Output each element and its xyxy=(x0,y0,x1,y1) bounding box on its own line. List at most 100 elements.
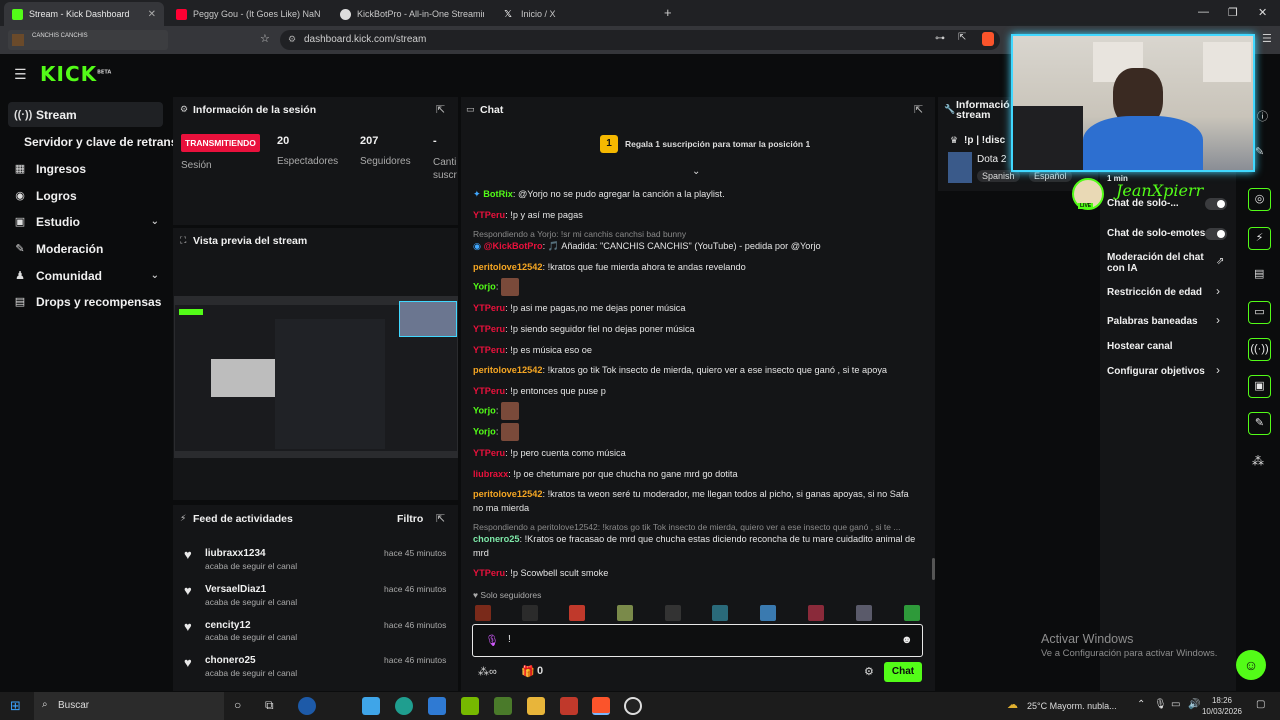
emote-button[interactable] xyxy=(808,605,824,621)
minimize-icon[interactable]: — xyxy=(1198,6,1209,18)
emote-button[interactable] xyxy=(904,605,920,621)
chat-input[interactable]: 🎙 ! ☻ xyxy=(472,624,923,657)
chat-message[interactable]: YTPeru: !p pero cuenta como música xyxy=(473,446,918,460)
feed-user[interactable]: liubraxx1234 xyxy=(205,548,266,559)
tools-icon[interactable]: ✎ xyxy=(1248,412,1271,435)
collapse-icon[interactable]: ⌄ xyxy=(692,166,700,177)
chat-message[interactable]: Yorjo: xyxy=(473,278,918,296)
sidebar-item-estudio[interactable]: ▣ Estudio ⌄ xyxy=(8,209,163,234)
notifications-icon[interactable]: ▢ xyxy=(1256,699,1265,710)
pinned-gift-text[interactable]: Regala 1 suscripción para tomar la posic… xyxy=(625,139,810,149)
microphone-icon[interactable]: 🎙 xyxy=(485,634,499,647)
chevron-right-icon[interactable]: › xyxy=(1216,313,1220,327)
send-chat-button[interactable]: Chat xyxy=(884,662,922,682)
nodes-icon[interactable]: ⁂ xyxy=(1252,454,1264,468)
app-icon[interactable] xyxy=(298,697,316,715)
chat-message[interactable]: YTPeru: !p asi me pagas,no me dejas pone… xyxy=(473,301,918,315)
mail-icon[interactable] xyxy=(428,697,446,715)
chat-message[interactable]: chonero25: !Kratos oe fracasao de mrd qu… xyxy=(473,532,918,560)
category-name[interactable]: Dota 2 xyxy=(977,154,1006,165)
clock[interactable]: 18:26 10/03/2026 xyxy=(1200,695,1244,717)
menu-icon[interactable]: ☰ xyxy=(1262,32,1272,45)
setting-host-channel[interactable]: Hostear canal xyxy=(1107,341,1227,352)
emote-button[interactable] xyxy=(712,605,728,621)
setting-goals[interactable]: Configurar objetivos xyxy=(1107,366,1227,377)
followers-only-toggle[interactable] xyxy=(1205,198,1227,210)
chat-message[interactable]: peritolove12542: !kratos que fue mierda … xyxy=(473,260,918,274)
sidebar-item-comunidad[interactable]: ♟ Comunidad ⌄ xyxy=(8,263,163,288)
chat-message[interactable]: ✦ BotRix: @Yorjo no se pudo agregar la c… xyxy=(473,187,918,201)
share-icon[interactable]: ⇱ xyxy=(958,32,966,43)
close-tab-icon[interactable]: ✕ xyxy=(148,9,156,20)
chat-settings-icon[interactable]: ⚙ xyxy=(864,665,874,678)
broadcast-icon[interactable]: ((·)) xyxy=(1248,338,1271,361)
chat-message[interactable]: liubraxx: !p oe chetumare por que chucha… xyxy=(473,467,918,481)
feed-user[interactable]: cencity12 xyxy=(205,620,251,631)
chat-scrollbar[interactable] xyxy=(932,558,935,580)
stream-preview[interactable] xyxy=(174,296,458,458)
sidebar-item-ingresos[interactable]: ▦ Ingresos xyxy=(8,156,163,181)
emote-button[interactable] xyxy=(475,605,491,621)
minecraft-icon[interactable] xyxy=(494,697,512,715)
expand-icon[interactable]: ⇱ xyxy=(914,103,923,116)
cortana-icon[interactable]: ○ xyxy=(234,698,241,712)
infinity-icon[interactable]: ⁂∞ xyxy=(478,665,497,678)
emote-button[interactable] xyxy=(569,605,585,621)
site-info-icon[interactable]: ⚙ xyxy=(288,34,296,45)
info-icon[interactable]: ⓘ xyxy=(1257,108,1268,124)
chat-message[interactable]: peritolove12542: !kratos ta weon seré tu… xyxy=(473,487,918,515)
chat-bubble-icon[interactable]: ▭ xyxy=(1248,301,1271,324)
filter-button[interactable]: Filtro xyxy=(397,513,423,525)
bookmark-icon[interactable]: ☆ xyxy=(260,32,270,45)
tab-kick-dashboard[interactable]: Stream - Kick Dashboard ✕ xyxy=(4,2,164,26)
windows-start-icon[interactable]: ⊞ xyxy=(10,698,21,714)
chevron-right-icon[interactable]: › xyxy=(1216,284,1220,298)
microphone-icon[interactable]: 🎙 xyxy=(1154,699,1167,710)
nvidia-icon[interactable] xyxy=(461,697,479,715)
chat-message[interactable]: YTPeru: !p entonces que puse p xyxy=(473,384,918,398)
chat-message[interactable]: YTPeru: !p Scowbell scult smoke xyxy=(473,566,918,580)
app-icon[interactable] xyxy=(560,697,578,715)
sidebar-item-stream[interactable]: ((·)) Stream xyxy=(8,102,163,127)
chat-message[interactable]: peritolove12542: !kratos go tik Tok inse… xyxy=(473,363,918,377)
task-view-icon[interactable]: ⧉ xyxy=(265,698,274,713)
emote-button[interactable] xyxy=(856,605,872,621)
maximize-icon[interactable]: ❐ xyxy=(1228,6,1238,19)
chat-message[interactable]: ◉ @KickBotPro: 🎵 Añadida: "CANCHIS CANCH… xyxy=(473,239,918,253)
volume-icon[interactable]: 🔊 xyxy=(1188,699,1200,710)
clipboard-icon[interactable]: ▤ xyxy=(1254,267,1264,280)
chat-message[interactable]: YTPeru: !p y así me pagas xyxy=(473,208,918,222)
tab-x[interactable]: 𝕏 Inicio / X xyxy=(496,2,656,26)
emote-button[interactable] xyxy=(760,605,776,621)
folder-icon[interactable] xyxy=(527,697,545,715)
camera-icon[interactable]: ◎ xyxy=(1248,188,1271,211)
gift-icon[interactable]: 🎁 xyxy=(521,665,535,678)
close-window-icon[interactable]: ✕ xyxy=(1258,6,1267,19)
setting-banned-words[interactable]: Palabras baneadas xyxy=(1107,316,1227,327)
store-icon[interactable]: ▣ xyxy=(1248,375,1271,398)
new-tab-button[interactable]: + xyxy=(664,5,672,20)
chevron-up-icon[interactable]: ⌃ xyxy=(1137,699,1145,710)
incognito-icon[interactable]: ⊶ xyxy=(935,33,945,44)
kick-logo[interactable]: KICKBETA xyxy=(40,62,111,86)
emote-button[interactable] xyxy=(665,605,681,621)
tab-kickbotpro[interactable]: KickBotPro - All-in-One Streaming To xyxy=(332,2,492,26)
chat-message[interactable]: Yorjo: xyxy=(473,423,918,441)
chat-message[interactable]: YTPeru: !p es música eso oe xyxy=(473,343,918,357)
store-icon[interactable] xyxy=(362,697,380,715)
help-chat-icon[interactable]: ☺ xyxy=(1236,650,1266,680)
url-field[interactable]: ⚙ dashboard.kick.com/stream xyxy=(280,30,1000,50)
sidebar-item-server-key[interactable]: Servidor y clave de retransm xyxy=(18,129,178,154)
feed-user[interactable]: chonero25 xyxy=(205,655,256,666)
edit-icon[interactable]: ✎ xyxy=(1255,145,1264,158)
network-icon[interactable]: ▭ xyxy=(1171,699,1180,710)
chevron-right-icon[interactable]: › xyxy=(1216,363,1220,377)
setting-ai-moderation[interactable]: Moderación del chat con IA xyxy=(1107,252,1207,274)
bolt-icon[interactable]: ⚡ xyxy=(1248,227,1271,250)
sidebar-item-drops[interactable]: ▤ Drops y recompensas xyxy=(8,289,163,314)
taskbar-search[interactable]: ⌕ Buscar xyxy=(34,692,224,720)
sidebar-item-logros[interactable]: ◉ Logros xyxy=(8,183,163,208)
chat-message[interactable]: YTPeru: !p siendo seguidor fiel no dejas… xyxy=(473,322,918,336)
edge-icon[interactable] xyxy=(395,697,413,715)
profile-chip[interactable]: CANCHIS CANCHIS xyxy=(8,30,168,50)
